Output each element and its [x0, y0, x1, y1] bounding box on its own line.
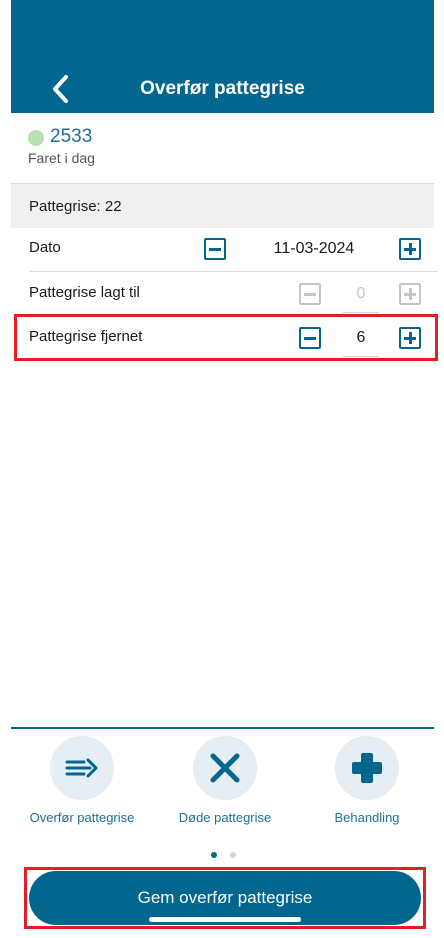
piglet-count: Pattegrise: 22 — [29, 198, 122, 215]
nav-transfer-piglets[interactable]: Overfør pattegrise — [12, 736, 152, 825]
piglet-count-bar: Pattegrise: 22 — [11, 184, 434, 228]
highlight-box — [14, 314, 438, 361]
animal-status: Faret i dag — [28, 150, 95, 166]
nav-treatment[interactable]: Behandling — [297, 736, 437, 825]
animal-id[interactable]: 2533 — [50, 126, 92, 148]
input-underline — [343, 312, 379, 313]
piglets-added-label: Pattegrise lagt til — [29, 284, 140, 301]
piglets-added-decrement-button[interactable] — [299, 283, 321, 305]
nav-dead-label: Døde pattegrise — [178, 810, 272, 825]
nav-divider — [11, 727, 434, 729]
home-indicator — [149, 917, 301, 922]
dead-icon-circle[interactable] — [193, 736, 257, 800]
page-title: Overfør pattegrise — [140, 78, 305, 99]
nav-transfer-label: Overfør pattegrise — [29, 810, 135, 825]
x-icon — [210, 753, 240, 783]
date-label: Dato — [29, 239, 61, 256]
transfer-arrow-icon — [65, 758, 98, 778]
date-increment-button[interactable] — [399, 238, 421, 260]
transfer-icon-circle[interactable] — [50, 736, 114, 800]
date-value[interactable]: 11-03-2024 — [254, 240, 374, 258]
page-dot[interactable] — [230, 852, 236, 858]
nav-treatment-label: Behandling — [334, 810, 400, 825]
plus-cross-icon — [352, 753, 382, 783]
page-dot-active[interactable] — [211, 852, 217, 858]
app-header: Overfør pattegrise — [11, 0, 434, 113]
piglets-added-value[interactable]: 0 — [345, 285, 377, 303]
treatment-icon-circle[interactable] — [335, 736, 399, 800]
date-row: Dato 11-03-2024 — [11, 227, 434, 271]
piglets-added-row: Pattegrise lagt til 0 — [11, 272, 434, 316]
piglets-added-increment-button[interactable] — [399, 283, 421, 305]
date-decrement-button[interactable] — [204, 238, 226, 260]
nav-dead-piglets[interactable]: Døde pattegrise — [155, 736, 295, 825]
status-dot-icon — [28, 130, 44, 146]
